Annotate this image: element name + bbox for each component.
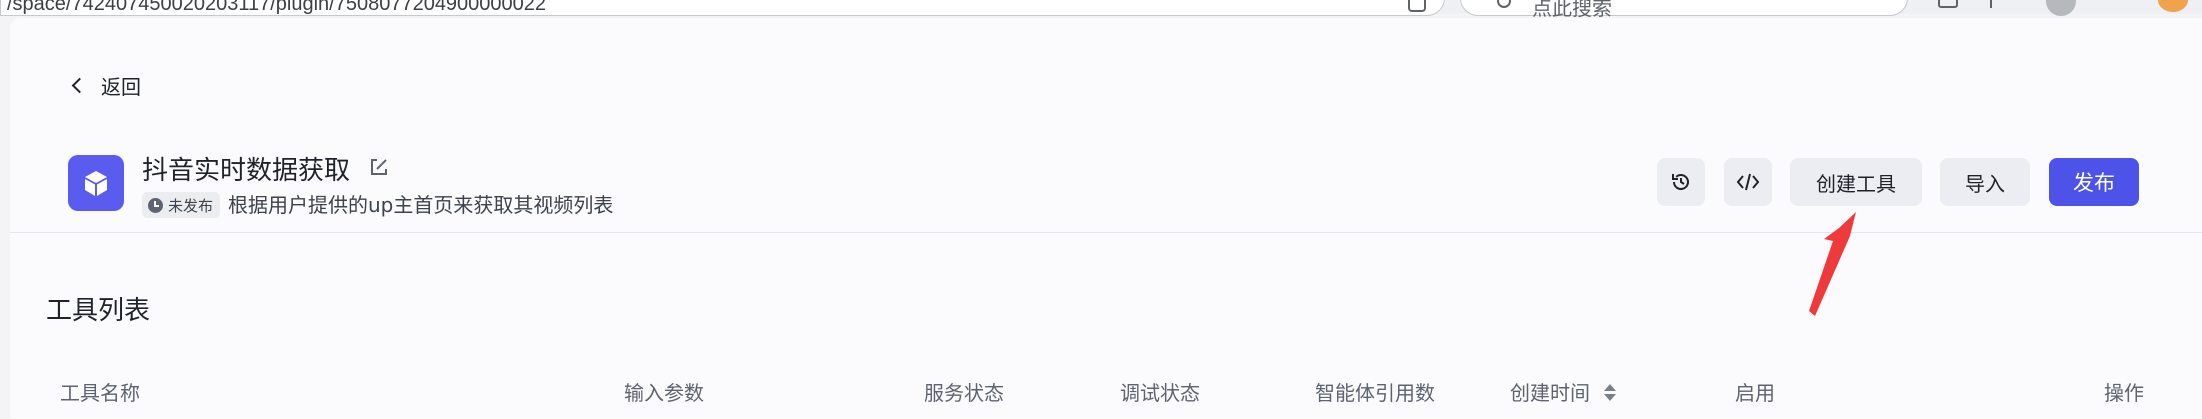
status-badge: 未发布: [142, 192, 221, 218]
history-icon: [1672, 174, 1689, 190]
column-debug-status: 调试状态: [1120, 381, 1200, 405]
column-actions: 操作: [2104, 381, 2144, 405]
edit-icon[interactable]: [368, 156, 390, 178]
column-input-params: 输入参数: [624, 381, 704, 405]
tool-table-header: 工具名称 输入参数 服务状态 调试状态 智能体引用数 创建时间 启用 操作: [0, 378, 2202, 408]
header-divider: [10, 232, 2202, 233]
toolbar-divider: [1990, 0, 1992, 8]
code-icon: [1736, 173, 1760, 191]
bookmark-star-icon[interactable]: [1408, 0, 1426, 12]
back-button[interactable]: 返回: [70, 70, 141, 100]
status-label: 未发布: [168, 196, 214, 215]
column-tool-name: 工具名称: [60, 381, 140, 405]
publish-button[interactable]: 发布: [2049, 158, 2139, 206]
browser-search-box[interactable]: [1460, 0, 1908, 16]
column-agent-references: 智能体引用数: [1315, 381, 1435, 405]
address-bar-url: /space/742407450020203117/plugin/7508077…: [7, 0, 547, 15]
plugin-cube-icon: [68, 155, 124, 211]
column-service-status: 服务状态: [924, 381, 1004, 405]
address-bar[interactable]: /space/742407450020203117/plugin/7508077…: [0, 0, 1445, 16]
code-button[interactable]: [1724, 158, 1772, 206]
sort-icon[interactable]: [1604, 382, 1616, 404]
chevron-left-icon: [71, 77, 88, 93]
create-tool-button[interactable]: 创建工具: [1790, 158, 1922, 206]
plugin-description: 根据用户提供的up主首页来获取其视频列表: [228, 193, 614, 217]
clock-icon: [148, 197, 163, 213]
tool-list-title: 工具列表: [46, 296, 151, 326]
extension-icon[interactable]: [1938, 0, 1958, 8]
column-created-time[interactable]: 创建时间: [1510, 378, 1590, 408]
import-button[interactable]: 导入: [1940, 158, 2030, 206]
plugin-title: 抖音实时数据获取: [142, 156, 351, 186]
column-enabled: 启用: [1735, 381, 1775, 405]
back-label: 返回: [101, 74, 141, 99]
plugin-page: [10, 18, 2202, 419]
history-button[interactable]: [1657, 158, 1705, 206]
